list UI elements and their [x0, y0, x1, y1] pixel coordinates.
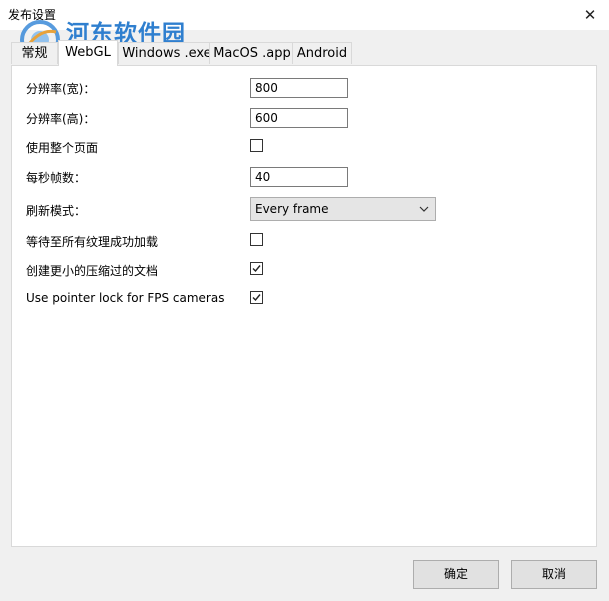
fps-input[interactable]: 40	[250, 167, 348, 187]
tab-general[interactable]: 常规	[11, 42, 58, 64]
tab-label: Android	[296, 46, 348, 61]
pointer-lock-label: Use pointer lock for FPS cameras	[26, 291, 225, 305]
ok-button[interactable]: 确定	[413, 560, 499, 589]
width-input[interactable]: 800	[250, 78, 348, 98]
checkmark-icon	[252, 294, 261, 302]
pointer-lock-checkbox[interactable]	[250, 291, 263, 304]
smaller-docs-checkbox[interactable]	[250, 262, 263, 275]
window-title: 发布设置	[8, 8, 57, 22]
settings-panel: 分辨率(宽)： 800 分辨率(高)： 600 使用整个页面 每秒帧数： 40 …	[11, 65, 597, 547]
refresh-mode-value: Every frame	[255, 202, 329, 216]
smaller-docs-label: 创建更小的压缩过的文档	[26, 264, 159, 278]
checkmark-icon	[252, 265, 261, 273]
height-label: 分辨率(高)：	[26, 112, 96, 126]
fullpage-label: 使用整个页面	[26, 141, 99, 155]
close-button[interactable]: ✕	[577, 4, 603, 26]
title-bar: 发布设置 ✕	[0, 0, 609, 30]
chevron-down-icon	[419, 198, 429, 220]
tab-label: MacOS .app	[213, 46, 291, 61]
refresh-mode-select[interactable]: Every frame	[250, 197, 436, 221]
height-input[interactable]: 600	[250, 108, 348, 128]
width-label: 分辨率(宽)：	[26, 82, 96, 96]
fullpage-checkbox[interactable]	[250, 139, 263, 152]
fps-label: 每秒帧数：	[26, 171, 87, 185]
tab-label: 常规	[21, 46, 48, 61]
tab-label: Windows .exe	[122, 46, 212, 61]
wait-textures-label: 等待至所有纹理成功加载	[26, 235, 159, 249]
tab-windows-exe[interactable]: Windows .exe	[118, 42, 216, 64]
close-icon: ✕	[583, 6, 597, 24]
tab-macos-app[interactable]: MacOS .app	[209, 42, 295, 64]
tab-webgl[interactable]: WebGL	[58, 40, 118, 66]
cancel-button[interactable]: 取消	[511, 560, 597, 589]
wait-textures-checkbox[interactable]	[250, 233, 263, 246]
tab-label: WebGL	[65, 45, 111, 60]
refresh-mode-label: 刷新模式：	[26, 204, 87, 218]
tab-android[interactable]: Android	[292, 42, 352, 64]
